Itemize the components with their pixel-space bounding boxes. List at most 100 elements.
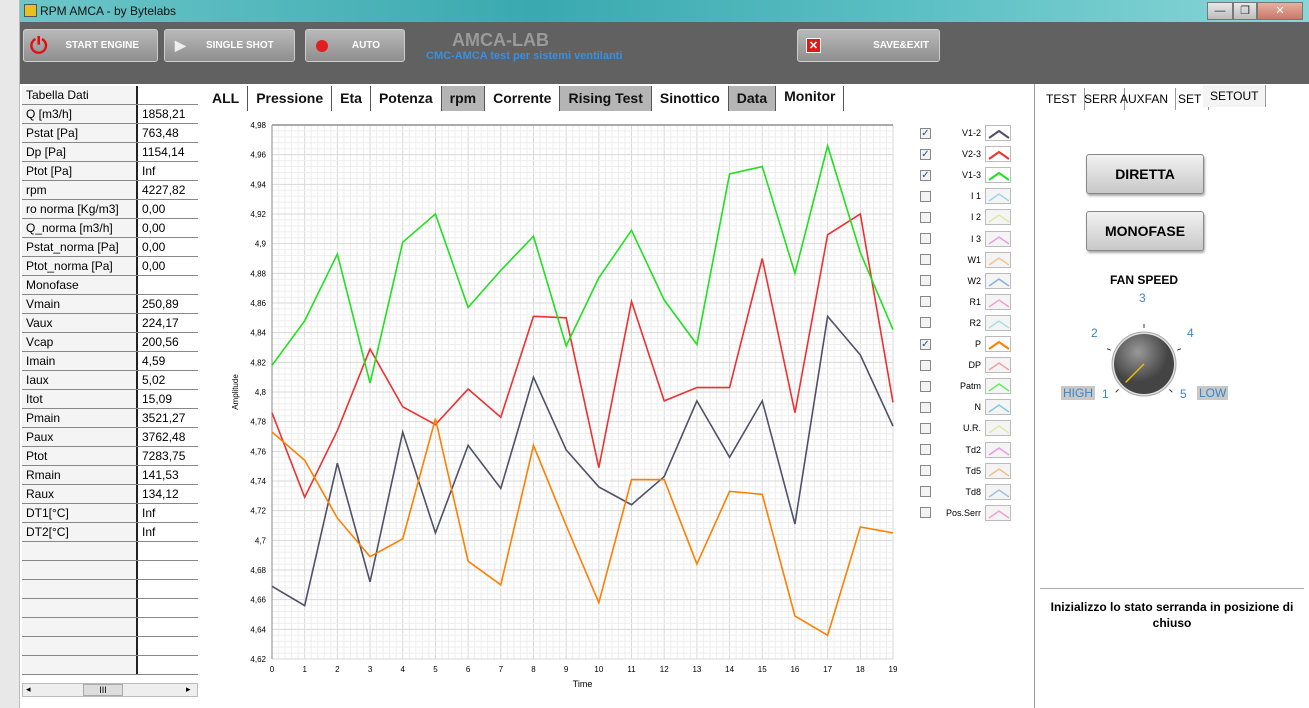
minimize-button[interactable]: — <box>1207 2 1233 20</box>
tab-potenza[interactable]: Potenza <box>371 86 442 111</box>
legend-swatch[interactable] <box>985 483 1011 500</box>
legend-checkbox[interactable] <box>920 401 931 413</box>
legend-swatch[interactable] <box>985 251 1011 268</box>
legend-checkbox[interactable] <box>920 275 931 287</box>
knob-tick <box>1115 389 1119 393</box>
legend-swatch[interactable] <box>985 167 1011 184</box>
y-tick-label: 4,76 <box>250 447 266 456</box>
tab-sinottico[interactable]: Sinottico <box>652 86 729 111</box>
scroll-right-icon[interactable]: ▸ <box>186 684 191 695</box>
knob-tick <box>1177 348 1182 351</box>
y-tick-label: 4,78 <box>250 418 266 427</box>
legend-swatch[interactable] <box>985 504 1011 521</box>
x-tick-label: 4 <box>401 665 406 674</box>
save-exit-button[interactable]: ✕ SAVE&EXIT <box>797 29 940 62</box>
legend-checkbox[interactable]: ✓ <box>920 148 931 160</box>
legend-swatch[interactable] <box>985 230 1011 247</box>
legend-swatch[interactable] <box>985 293 1011 310</box>
row-label <box>22 637 138 655</box>
row-label: Q_norma [m3/h] <box>22 219 138 237</box>
scroll-left-icon[interactable]: ◂ <box>26 684 31 695</box>
right-tab-auxfan[interactable]: AUXFAN <box>1113 88 1177 110</box>
x-tick-label: 15 <box>758 665 767 674</box>
x-tick-label: 12 <box>660 665 669 674</box>
tab-data[interactable]: Data <box>728 86 777 111</box>
tab-monitor[interactable]: Monitor <box>776 86 845 111</box>
row-value: 0,00 <box>142 259 166 273</box>
legend-checkbox[interactable] <box>920 190 931 202</box>
legend-checkbox[interactable]: ✓ <box>920 338 931 350</box>
legend-name: DP <box>968 360 981 371</box>
row-label: Imain <box>22 352 138 370</box>
legend-checkbox[interactable] <box>920 486 931 498</box>
legend-checkbox[interactable] <box>920 317 931 329</box>
y-tick-label: 4,72 <box>250 507 266 516</box>
close-button[interactable]: ✕ <box>1257 2 1303 20</box>
legend-swatch[interactable] <box>985 209 1011 226</box>
start-engine-button[interactable]: ⏻ START ENGINE <box>23 29 158 62</box>
legend-swatch[interactable] <box>985 125 1011 141</box>
y-tick-label: 4,68 <box>250 566 266 575</box>
legend-checkbox[interactable] <box>920 380 931 392</box>
legend-checkbox[interactable] <box>920 296 931 308</box>
table-row: ro norma [Kg/m3] 0,00 <box>22 200 198 219</box>
legend-checkbox[interactable]: ✓ <box>920 127 931 139</box>
row-label <box>22 580 138 598</box>
legend-swatch[interactable] <box>985 441 1011 458</box>
legend-checkbox[interactable] <box>920 507 931 519</box>
legend-swatch[interactable] <box>985 378 1011 395</box>
legend-swatch[interactable] <box>985 336 1011 352</box>
legend-name: N <box>974 402 982 413</box>
auto-button[interactable]: AUTO <box>305 29 405 62</box>
brand-subtitle: CMC-AMCA test per sistemi ventilanti <box>426 50 623 62</box>
restore-button[interactable]: ❐ <box>1233 2 1257 20</box>
tab-rising-test[interactable]: Rising Test <box>560 86 652 111</box>
tab-all[interactable]: ALL <box>204 86 249 111</box>
legend-checkbox[interactable] <box>920 444 931 455</box>
legend-checkbox[interactable] <box>920 422 931 434</box>
row-label: Iaux <box>22 371 138 389</box>
legend-checkbox[interactable] <box>920 465 931 477</box>
legend-name: W1 <box>967 254 982 265</box>
legend-name: Td8 <box>965 486 981 497</box>
legend-checkbox[interactable] <box>920 359 931 371</box>
tab-eta[interactable]: Eta <box>332 86 371 111</box>
single-shot-button[interactable]: ▶ SINGLE SHOT <box>164 29 295 62</box>
legend-swatch[interactable] <box>985 314 1011 331</box>
x-axis-label: Time <box>573 679 593 689</box>
tab-corrente[interactable]: Corrente <box>485 86 561 111</box>
legend-swatch[interactable] <box>985 399 1011 416</box>
legend-swatch[interactable] <box>985 146 1011 163</box>
legend-swatch[interactable] <box>985 420 1011 437</box>
legend-swatch[interactable] <box>985 462 1011 479</box>
table-horizontal-scrollbar[interactable]: ◂ III ▸ <box>22 683 198 697</box>
row-label: Q [m3/h] <box>22 105 138 123</box>
legend-checkbox[interactable] <box>920 254 931 266</box>
scroll-thumb[interactable]: III <box>83 684 123 696</box>
legend-checkbox[interactable] <box>920 233 931 244</box>
legend-item: ✓ V1-3 <box>920 165 1011 185</box>
monofase-button[interactable]: MONOFASE <box>1086 211 1204 251</box>
knob-label-3: 3 <box>1139 291 1146 305</box>
status-message: Inizializzo lo stato serranda in posizio… <box>1040 588 1304 700</box>
row-value <box>138 637 198 655</box>
low-label: LOW <box>1197 386 1229 400</box>
row-value: 250,89 <box>142 297 179 311</box>
tab-rpm[interactable]: rpm <box>441 86 486 111</box>
right-tab-setout[interactable]: SETOUT <box>1203 85 1267 107</box>
legend-checkbox[interactable] <box>920 211 931 223</box>
legend-name: I 2 <box>970 212 981 223</box>
tab-pressione[interactable]: Pressione <box>248 86 333 111</box>
knob-label-1: 1 <box>1102 387 1109 401</box>
diretta-button[interactable]: DIRETTA <box>1086 154 1204 194</box>
legend-checkbox[interactable]: ✓ <box>920 169 931 181</box>
row-label <box>22 656 138 674</box>
power-icon: ⏻ <box>30 32 48 58</box>
row-label <box>22 618 138 636</box>
row-label: Vaux <box>22 314 138 332</box>
x-tick-label: 5 <box>433 665 438 674</box>
table-row: Raux 134,12 <box>22 485 198 504</box>
legend-swatch[interactable] <box>985 357 1011 374</box>
legend-swatch[interactable] <box>985 188 1011 205</box>
legend-swatch[interactable] <box>985 272 1011 289</box>
